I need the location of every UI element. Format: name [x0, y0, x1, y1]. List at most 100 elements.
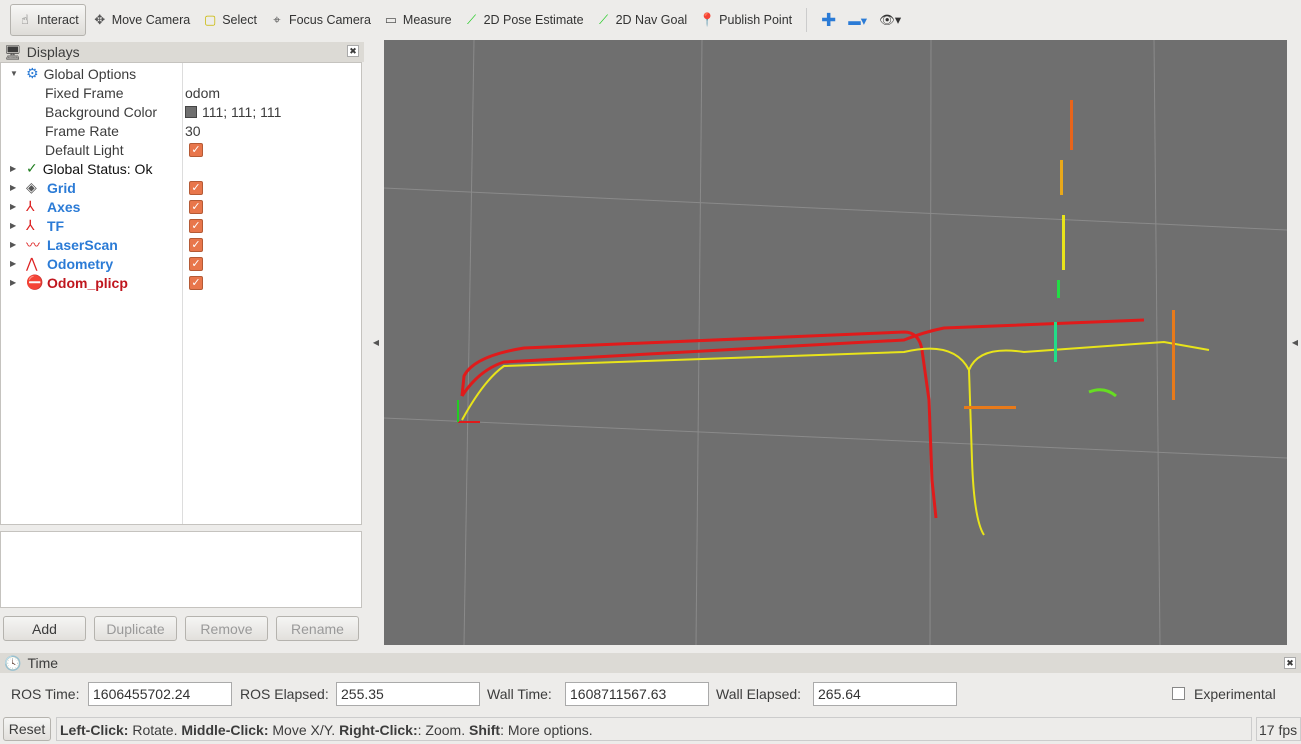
color-swatch[interactable] [185, 105, 197, 118]
view-options-button[interactable]: 👁▾ [873, 4, 907, 36]
tool-2d-nav-goal[interactable]: ⟋ 2D Nav Goal [590, 4, 694, 36]
move-camera-icon: ✥ [94, 12, 106, 27]
expand-arrow-icon[interactable]: ▶ [10, 183, 16, 192]
time-title: Time [27, 655, 59, 671]
tool-label: Move Camera [111, 13, 191, 27]
map-pin-icon: 📍 [699, 12, 716, 27]
global-options[interactable]: ⚙ Global Options [26, 65, 136, 82]
display-enabled-checkbox[interactable]: ✓ [189, 256, 203, 271]
wall-time-field[interactable] [565, 682, 709, 706]
rename-button[interactable]: Rename [276, 616, 359, 641]
display-tf[interactable]: ⅄ TF [26, 217, 64, 234]
prop-value[interactable]: 30 [185, 123, 201, 139]
displays-title: Displays [26, 44, 80, 60]
expand-arrow-icon[interactable]: ▶ [10, 221, 16, 230]
display-enabled-checkbox[interactable]: ✓ [189, 180, 203, 195]
close-displays-button[interactable]: ✖ [347, 45, 359, 57]
ros-time-label: ROS Time: [11, 686, 80, 702]
experimental-checkbox[interactable] [1172, 687, 1185, 700]
expand-arrow-icon[interactable]: ▶ [10, 202, 16, 211]
reset-button[interactable]: Reset [3, 717, 51, 741]
tool-label: 2D Pose Estimate [483, 13, 584, 27]
remove-button[interactable]: Remove [185, 616, 268, 641]
time-panel-title: 🕓 Time ✖ [0, 653, 1301, 673]
display-odom_plicp[interactable]: ⛔ Odom_plicp [26, 274, 128, 291]
expand-arrow-icon[interactable]: ▶ [10, 240, 16, 249]
prop-value[interactable]: 111; 111; 111 [202, 104, 281, 120]
display-enabled-checkbox[interactable]: ✓ [189, 237, 203, 252]
tool-2d-pose-estimate[interactable]: ⟋ 2D Pose Estimate [458, 4, 590, 36]
tool-measure[interactable]: ▭ Measure [377, 4, 458, 36]
axes-marker [457, 400, 480, 423]
collapse-right-handle[interactable]: ◀ [1289, 40, 1301, 645]
tool-focus-camera[interactable]: ⌖ Focus Camera [263, 4, 377, 36]
display-odometry[interactable]: ⋀ Odometry [26, 255, 113, 272]
collapse-arrow-icon[interactable]: ▼ [10, 69, 18, 78]
prop-value[interactable]: odom [185, 85, 220, 101]
green-arrow-icon: ⟋ [467, 12, 477, 27]
add-tool-button[interactable]: ✚ [815, 4, 842, 36]
display-label: LaserScan [47, 236, 118, 253]
ros-elapsed-label: ROS Elapsed: [240, 686, 329, 702]
hand-icon: ☝ [21, 12, 29, 27]
display-grid[interactable]: ◈ Grid [26, 179, 76, 196]
display-label: Odom_plicp [47, 274, 128, 291]
prop-label: Fixed Frame [45, 84, 124, 101]
green-arrow-icon: ⟋ [599, 12, 609, 27]
displays-tree: ▼ ⚙ Global Options Fixed Frame odom Backgroun… [0, 62, 362, 525]
status-hint: Left-Click: Rotate. Middle-Click: Move X… [56, 717, 1252, 741]
check-icon: ✓ [26, 160, 38, 176]
tool-label: 2D Nav Goal [615, 13, 688, 27]
laser-points [964, 100, 1175, 409]
tool-publish-point[interactable]: 📍 Publish Point [693, 4, 798, 36]
display-label: Odometry [47, 255, 114, 272]
focus-camera-icon: ⌖ [273, 12, 281, 27]
gear-icon: ⚙ [26, 65, 39, 81]
display-label: Grid [47, 179, 76, 196]
grid-icon: ◈ [26, 179, 37, 195]
display-laserscan[interactable]: 〰 LaserScan [26, 235, 118, 255]
default-light-checkbox[interactable]: ✓ [189, 142, 203, 157]
duplicate-button[interactable]: Duplicate [94, 616, 177, 641]
clock-icon: 🕓 [4, 654, 22, 671]
tool-select[interactable]: ▢ Select [196, 4, 263, 36]
display-enabled-checkbox[interactable]: ✓ [189, 199, 203, 214]
experimental-label: Experimental [1194, 686, 1276, 702]
prop-label: Frame Rate [45, 122, 119, 139]
remove-tool-button[interactable]: ▬▾ [842, 4, 873, 36]
tf-icon: ⅄ [26, 217, 35, 233]
display-axes[interactable]: ⅄ Axes [26, 198, 80, 215]
odometry-icon: ⋀ [26, 255, 38, 271]
ros-elapsed-field[interactable] [336, 682, 480, 706]
global-status: ✓ Global Status: Ok [26, 160, 152, 177]
tool-label: Select [222, 13, 257, 27]
display-enabled-checkbox[interactable]: ✓ [189, 275, 203, 290]
global-options-label: Global Options [43, 65, 137, 82]
expand-arrow-icon[interactable]: ▶ [10, 259, 16, 268]
toolbar: ☝ Interact ✥ Move Camera ▢ Select ⌖ Focus Camer… [0, 0, 1301, 40]
time-row: ROS Time: ROS Elapsed: Wall Time: Wall E… [0, 680, 1301, 708]
ros-time-field[interactable] [88, 682, 232, 706]
tool-interact[interactable]: ☝ Interact [10, 4, 86, 36]
monitor-icon: 🖥 [4, 43, 22, 60]
tool-label: Publish Point [719, 13, 793, 27]
fps-readout: 17 fps [1256, 717, 1301, 741]
tool-label: Measure [402, 13, 452, 27]
display-label: TF [47, 217, 65, 234]
status-bar: Reset Left-Click: Rotate. Middle-Click: … [0, 715, 1301, 744]
ruler-icon: ▭ [384, 12, 398, 27]
wall-elapsed-field[interactable] [813, 682, 957, 706]
close-time-button[interactable]: ✖ [1284, 657, 1296, 669]
tool-label: Interact [37, 13, 79, 27]
prop-label: Default Light [45, 141, 124, 158]
collapse-left-handle[interactable]: ◀ [370, 40, 382, 645]
prop-label: Background Color [45, 103, 158, 120]
add-button[interactable]: Add [3, 616, 86, 641]
expand-arrow-icon[interactable]: ▶ [10, 164, 16, 173]
select-icon: ▢ [204, 12, 217, 27]
display-label: Axes [47, 198, 81, 215]
3d-viewport[interactable] [384, 40, 1287, 645]
expand-arrow-icon[interactable]: ▶ [10, 278, 16, 287]
display-enabled-checkbox[interactable]: ✓ [189, 218, 203, 233]
tool-move-camera[interactable]: ✥ Move Camera [86, 4, 197, 36]
